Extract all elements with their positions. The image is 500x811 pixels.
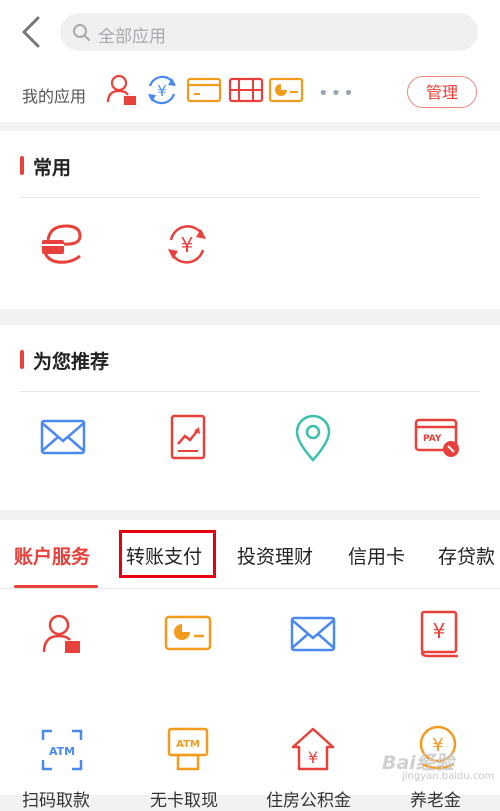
user-account-icon[interactable] (104, 72, 140, 108)
grid-label-housing-fund: 住房公积金 (266, 791, 351, 811)
card-icon[interactable] (186, 72, 222, 108)
svg-text:¥: ¥ (308, 748, 318, 767)
e-card-icon[interactable] (40, 220, 86, 266)
divider (0, 588, 500, 589)
divider (20, 391, 480, 392)
atm-scan-icon[interactable]: ATM (40, 728, 84, 772)
grid-label-cardless-cash: 无卡取现 (150, 791, 218, 811)
svg-text:ATM: ATM (49, 745, 75, 758)
manage-button[interactable]: 管理 (407, 76, 477, 108)
tab-investment[interactable]: 投资理财 (237, 542, 313, 569)
svg-text:¥: ¥ (433, 619, 446, 643)
highlight-box (119, 530, 216, 578)
my-apps-label: 我的应用 (22, 87, 87, 106)
house-yuan-icon[interactable]: ¥ (290, 726, 336, 772)
tab-account-services[interactable]: 账户服务 (14, 542, 90, 569)
search-input[interactable]: 全部应用 (60, 13, 478, 51)
divider (20, 197, 480, 198)
yuan-refresh-icon[interactable]: ¥ (163, 220, 211, 268)
pay-card-icon[interactable]: PAY (414, 416, 462, 460)
common-section-title: 常用 (20, 153, 71, 180)
watermark-url: jingyan.baidu.com (402, 771, 495, 782)
mail-icon[interactable] (39, 417, 87, 457)
search-placeholder: 全部应用 (98, 27, 166, 47)
svg-text:PAY: PAY (423, 434, 442, 444)
calculator-icon[interactable] (228, 72, 264, 108)
svg-text:¥: ¥ (157, 82, 167, 100)
recommend-section-title: 为您推荐 (20, 347, 109, 374)
grid-label-scan-withdraw: 扫码取款 (22, 791, 90, 811)
search-icon (73, 24, 90, 41)
user-account-icon[interactable] (40, 612, 84, 656)
back-arrow-icon[interactable] (14, 14, 50, 50)
grid-label-pension: 养老金 (410, 791, 461, 811)
location-pin-icon[interactable] (293, 414, 333, 462)
svg-text:ATM: ATM (176, 739, 200, 750)
recommend-section: 为您推荐 PAY (0, 325, 500, 510)
chart-card-icon[interactable] (268, 72, 304, 108)
yuan-exchange-icon[interactable]: ¥ (144, 72, 180, 108)
yuan-document-icon[interactable]: ¥ (418, 610, 460, 658)
trend-doc-icon[interactable] (168, 414, 208, 460)
more-apps-dots[interactable]: ••• (318, 83, 356, 104)
tab-deposits-loans[interactable]: 存贷款 (438, 542, 495, 569)
top-header: 全部应用 我的应用 ¥ ••• 管理 (0, 0, 500, 122)
mail-icon[interactable] (289, 614, 337, 654)
common-section: 常用 ¥ (0, 131, 500, 309)
svg-text:¥: ¥ (181, 233, 194, 257)
chart-card-icon[interactable] (164, 614, 212, 652)
tab-credit-card[interactable]: 信用卡 (348, 542, 405, 569)
atm-icon[interactable]: ATM (166, 726, 210, 772)
